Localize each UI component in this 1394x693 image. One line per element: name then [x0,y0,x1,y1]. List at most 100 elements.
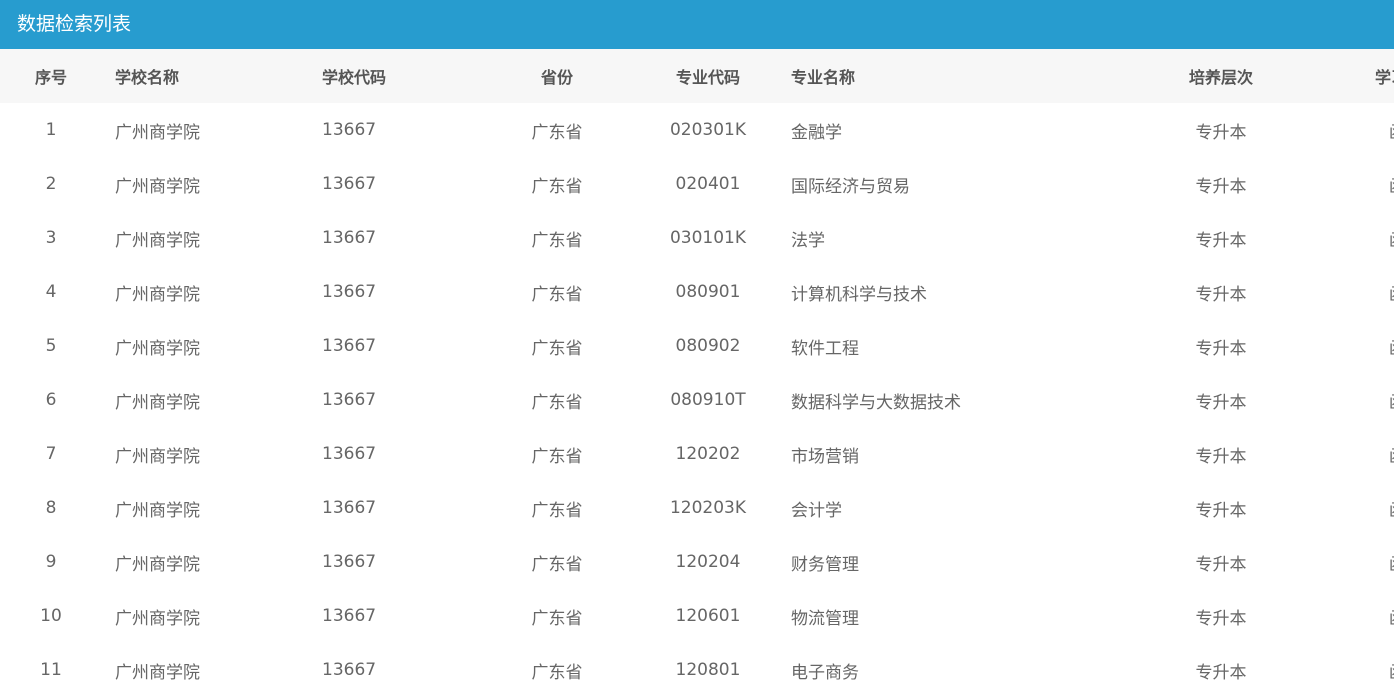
cell-level: 专升本 [1195,662,1247,683]
table-row: 10 广州商学院 13667 广东省 120601 物流管理 专升本 函授 [0,589,1394,643]
cell-level: 专升本 [1195,500,1247,521]
cell-major-code: 080910T [670,390,746,410]
cell-school-code: 13667 [322,606,377,626]
cell-school-code: 13667 [322,174,377,194]
header-index: 序号 [34,68,67,87]
cell-major-code: 120601 [675,606,741,626]
cell-province: 广东省 [531,122,583,143]
cell-major-code: 120204 [675,552,741,572]
cell-index: 11 [40,660,62,680]
cell-study-mode: 函授 [1303,103,1394,157]
cell-index: 5 [45,336,57,356]
cell-study-mode: 函授 [1303,319,1394,373]
table-row: 4 广州商学院 13667 广东省 080901 计算机科学与技术 专升本 函授 [0,265,1394,319]
cell-major-code: 080902 [675,336,741,356]
cell-school-name: 广州商学院 [115,284,200,305]
results-table: 序号 学校名称 学校代码 省份 专业代码 专业名称 培养层次 学习形式 1 广州商… [0,49,1394,693]
cell-province: 广东省 [531,284,583,305]
cell-level: 专升本 [1195,284,1247,305]
table-row: 9 广州商学院 13667 广东省 120204 财务管理 专升本 函授 [0,535,1394,589]
header-school-code: 学校代码 [322,68,387,87]
cell-province: 广东省 [531,176,583,197]
cell-province: 广东省 [531,500,583,521]
cell-index: 3 [45,228,57,248]
table-row: 8 广州商学院 13667 广东省 120203K 会计学 专升本 函授 [0,481,1394,535]
cell-school-code: 13667 [322,390,377,410]
table-row: 1 广州商学院 13667 广东省 020301K 金融学 专升本 函授 [0,103,1394,157]
cell-school-name: 广州商学院 [115,392,200,413]
cell-major-name: 财务管理 [791,554,859,575]
cell-major-code: 120203K [669,498,747,518]
cell-level: 专升本 [1195,446,1247,467]
cell-level: 专升本 [1195,608,1247,629]
cell-province: 广东省 [531,338,583,359]
table-row: 3 广州商学院 13667 广东省 030101K 法学 专升本 函授 [0,211,1394,265]
cell-index: 8 [45,498,57,518]
cell-major-code: 020301K [669,120,747,140]
header-level: 培养层次 [1188,68,1253,87]
cell-study-mode: 函授 [1303,211,1394,265]
cell-index: 6 [45,390,57,410]
header-province: 省份 [540,68,573,87]
cell-school-code: 13667 [322,552,377,572]
cell-study-mode: 函授 [1303,427,1394,481]
cell-school-name: 广州商学院 [115,176,200,197]
cell-major-code: 120801 [675,660,741,680]
table-row: 6 广州商学院 13667 广东省 080910T 数据科学与大数据技术 专升本 函授 [0,373,1394,427]
cell-index: 10 [40,606,62,626]
header-major-code: 专业代码 [675,68,740,87]
table-row: 11 广州商学院 13667 广东省 120801 电子商务 专升本 函授 [0,643,1394,693]
cell-school-name: 广州商学院 [115,608,200,629]
cell-major-name: 会计学 [791,500,842,521]
table-row: 5 广州商学院 13667 广东省 080902 软件工程 专升本 函授 [0,319,1394,373]
cell-level: 专升本 [1195,176,1247,197]
cell-province: 广东省 [531,608,583,629]
header-school-name: 学校名称 [115,68,180,87]
cell-major-name: 数据科学与大数据技术 [791,392,961,413]
cell-index: 7 [45,444,57,464]
cell-level: 专升本 [1195,392,1247,413]
cell-major-code: 020401 [675,174,741,194]
table-header: 序号 学校名称 学校代码 省份 专业代码 专业名称 培养层次 学习形式 [0,49,1394,103]
cell-index: 1 [45,120,57,140]
header-row: 序号 学校名称 学校代码 省份 专业代码 专业名称 培养层次 学习形式 [0,49,1394,103]
header-major-name: 专业名称 [791,68,856,87]
cell-level: 专升本 [1195,230,1247,251]
cell-province: 广东省 [531,230,583,251]
cell-index: 4 [45,282,57,302]
cell-major-name: 国际经济与贸易 [791,176,910,197]
cell-province: 广东省 [531,446,583,467]
cell-school-code: 13667 [322,282,377,302]
cell-major-name: 电子商务 [791,662,859,683]
cell-study-mode: 函授 [1303,535,1394,589]
cell-school-code: 13667 [322,120,377,140]
data-search-panel: 数据检索列表 序号 学校名称 学校代码 省份 专业代码 专业名称 培养层次 学习… [0,0,1394,693]
cell-level: 专升本 [1195,122,1247,143]
cell-school-code: 13667 [322,228,377,248]
cell-level: 专升本 [1195,338,1247,359]
cell-major-name: 市场营销 [791,446,859,467]
cell-school-code: 13667 [322,444,377,464]
cell-major-code: 030101K [669,228,747,248]
cell-school-name: 广州商学院 [115,230,200,251]
cell-major-code: 080901 [675,282,741,302]
cell-study-mode: 函授 [1303,643,1394,693]
cell-major-name: 计算机科学与技术 [791,284,927,305]
cell-school-name: 广州商学院 [115,446,200,467]
cell-study-mode: 函授 [1303,265,1394,319]
cell-major-name: 法学 [791,230,825,251]
panel-title: 数据检索列表 [0,0,1394,49]
cell-major-name: 金融学 [791,122,842,143]
cell-study-mode: 函授 [1303,589,1394,643]
cell-study-mode: 函授 [1303,373,1394,427]
table-row: 7 广州商学院 13667 广东省 120202 市场营销 专升本 函授 [0,427,1394,481]
header-study-mode: 学习形式 [1374,68,1394,87]
table-row: 2 广州商学院 13667 广东省 020401 国际经济与贸易 专升本 函授 [0,157,1394,211]
cell-province: 广东省 [531,662,583,683]
cell-school-name: 广州商学院 [115,662,200,683]
cell-school-name: 广州商学院 [115,500,200,521]
cell-study-mode: 函授 [1303,481,1394,535]
cell-school-name: 广州商学院 [115,122,200,143]
cell-index: 2 [45,174,57,194]
cell-index: 9 [45,552,57,572]
